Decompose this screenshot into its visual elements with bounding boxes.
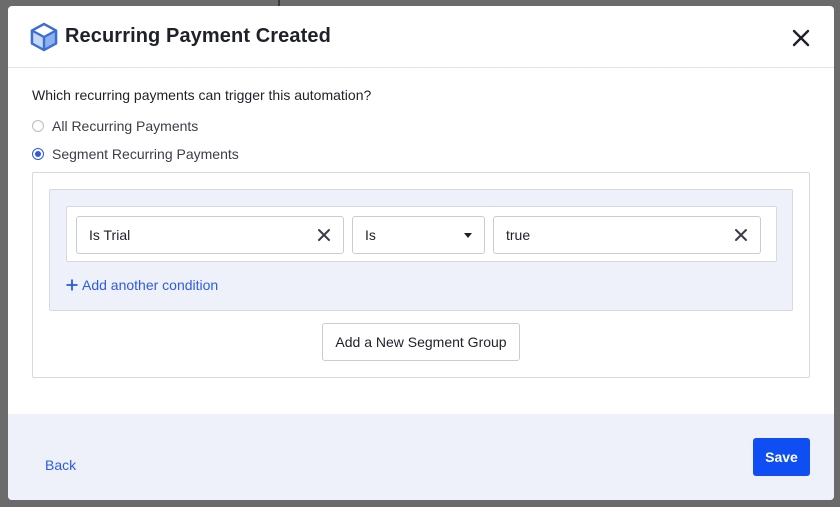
clear-value-icon[interactable] [734,228,748,242]
condition-value-input[interactable]: true [493,216,761,254]
radio-all-recurring-payments[interactable]: All Recurring Payments [32,116,198,136]
trigger-question: Which recurring payments can trigger thi… [32,87,372,103]
condition-row: Is Trial Is true [66,206,777,262]
add-segment-group-button[interactable]: Add a New Segment Group [322,323,520,361]
close-icon[interactable] [790,27,812,49]
modal-title: Recurring Payment Created [65,25,331,47]
radio-label: All Recurring Payments [52,118,199,134]
add-condition-link[interactable]: Add another condition [66,276,218,294]
radio-button[interactable] [32,120,44,132]
condition-operator-value: Is [365,227,376,243]
recurring-payment-modal: Recurring Payment Created Which recurrin… [8,6,834,500]
radio-button[interactable] [32,148,44,160]
segment-container: Is Trial Is true Add another condition A… [32,172,810,378]
clear-field-icon[interactable] [317,228,331,242]
modal-footer: Back Save [8,414,834,500]
segment-group: Is Trial Is true Add another condition [49,189,793,311]
plus-icon [66,279,78,291]
modal-header: Recurring Payment Created [8,6,834,68]
radio-label: Segment Recurring Payments [52,146,239,162]
chevron-down-icon [464,233,472,238]
add-condition-label: Add another condition [82,277,219,293]
cube-icon [30,22,58,52]
condition-value-text: true [506,227,531,243]
radio-segment-recurring-payments[interactable]: Segment Recurring Payments [32,144,239,164]
condition-field-input[interactable]: Is Trial [76,216,344,254]
condition-operator-select[interactable]: Is [352,216,485,254]
save-button[interactable]: Save [753,438,810,476]
condition-field-value: Is Trial [89,227,131,243]
back-button[interactable]: Back [45,457,76,473]
